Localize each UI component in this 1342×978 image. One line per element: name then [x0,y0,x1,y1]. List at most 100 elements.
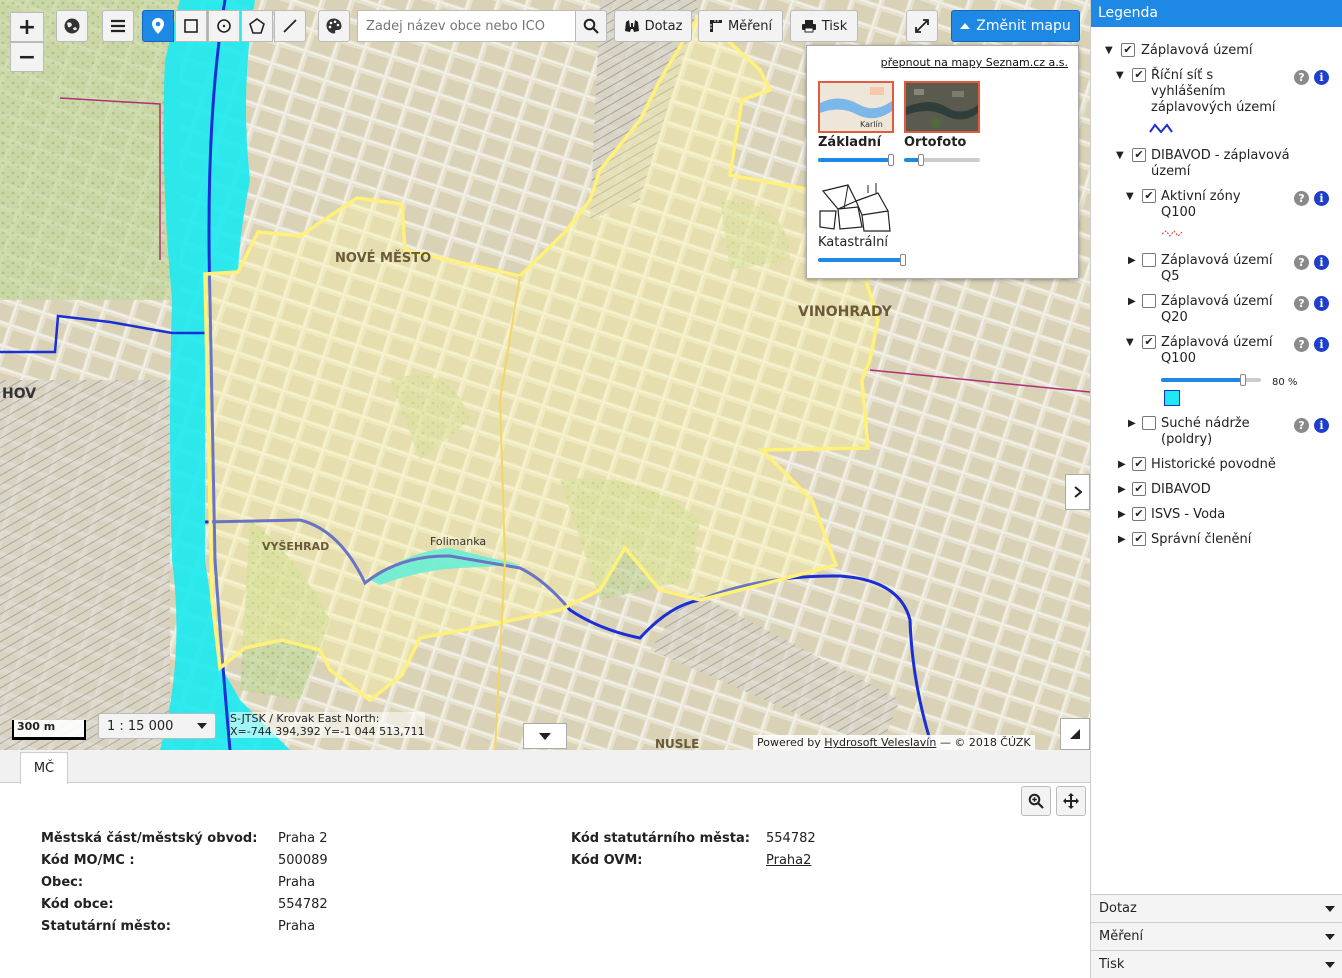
scale-bar-label: 300 m [17,720,56,733]
ortofoto-opacity-slider[interactable] [904,154,980,166]
expand-arrow-icon[interactable]: ▼ [1126,191,1134,202]
zoom-in-button[interactable]: + [10,12,44,42]
layer-aktivni-zony: Aktivní zóny Q100 [1161,189,1241,220]
layer-checkbox[interactable] [1142,416,1156,430]
layer-checkbox[interactable]: ✔ [1142,335,1156,349]
info-icon[interactable]: i [1314,255,1329,270]
attribution: Powered by Hydrosoft Veleslavín — © 2018… [753,735,1035,750]
zakladni-opacity-slider[interactable] [818,154,894,166]
attribution-prefix: Powered by [757,736,821,749]
search-input[interactable] [357,10,575,42]
select-rectangle-button[interactable] [175,10,207,42]
info-icon[interactable]: i [1314,337,1329,352]
scale-select[interactable]: 1 : 15 000 [98,713,216,739]
menu-button[interactable] [102,10,134,42]
legend-toggle-button[interactable] [1065,474,1090,510]
river-symbol-icon [1149,123,1173,134]
info-label: Kód statutárního města: [571,831,750,846]
basic-map-thumbnail: Karlín [820,83,892,131]
crs-label: S-JTSK / Krovak East North: [230,712,380,725]
info-value-mc: Praha 2 [278,831,328,846]
select-circle-button[interactable] [208,10,240,42]
help-icon[interactable]: ? [1294,255,1309,270]
help-icon[interactable]: ? [1294,337,1309,352]
layer-checkbox[interactable]: ✔ [1132,148,1146,162]
accordion-tisk[interactable]: Tisk [1091,950,1342,978]
q100-opacity-slider[interactable] [1161,374,1261,386]
tab-mc[interactable]: MČ [20,752,68,784]
print-button[interactable]: Tisk [790,10,858,42]
accordion-label: Tisk [1099,957,1125,972]
layer-suche-nadrze: Suché nádrže (poldry) [1161,416,1250,447]
query-button[interactable]: Dotaz [614,10,692,42]
fullscreen-button[interactable] [906,10,938,42]
binoculars-icon [624,20,639,32]
expand-arrow-icon[interactable]: ▶ [1128,418,1136,429]
map-canvas[interactable]: NOVÉ MĚSTO VINOHRADY VYŠEHRAD Folimanka … [0,0,1090,750]
expand-arrow-icon[interactable]: ▶ [1118,459,1126,470]
basemap-thumb-katastralni[interactable] [818,181,894,233]
accordion-mereni[interactable]: Měření [1091,922,1342,950]
basemap-thumb-zakladni[interactable]: Karlín [818,81,894,133]
globe-icon [64,18,80,34]
feature-info-panel: MČ [0,750,1090,978]
expand-arrow-icon[interactable]: ▼ [1116,70,1124,81]
katastralni-opacity-slider[interactable] [818,254,906,266]
info-icon[interactable]: i [1314,70,1329,85]
layer-checkbox[interactable] [1142,294,1156,308]
pan-to-feature-button[interactable] [1056,786,1086,816]
palette-button[interactable] [318,10,350,42]
expand-arrow-icon[interactable]: ▶ [1118,534,1126,545]
expand-arrow-icon[interactable]: ▶ [1118,509,1126,520]
zoom-out-button[interactable]: − [10,42,44,72]
select-polygon-button[interactable] [241,10,273,42]
zoom-to-feature-button[interactable] [1021,786,1051,816]
layer-checkbox[interactable]: ✔ [1132,482,1146,496]
legend-title: Legenda [1091,0,1342,27]
basemap-label-katastralni: Katastrální [818,235,888,250]
expand-arrow-icon[interactable]: ▼ [1116,150,1124,161]
info-label: Statutární město: [41,919,171,934]
layer-checkbox[interactable]: ✔ [1132,457,1146,471]
print-label: Tisk [821,18,848,34]
select-point-button[interactable] [142,10,174,42]
info-icon[interactable]: i [1314,191,1329,206]
info-row-kod-ovm: Kód OVM: [571,853,643,868]
measure-button[interactable]: Měření [698,10,783,42]
help-icon[interactable]: ? [1294,296,1309,311]
help-icon[interactable]: ? [1294,70,1309,85]
seznam-link[interactable]: přepnout na mapy Seznam.cz a.s. [881,56,1068,69]
expand-arrow-icon[interactable]: ▶ [1118,484,1126,495]
map-label-nove-mesto: NOVÉ MĚSTO [335,250,431,266]
info-value-kod-ovm-link[interactable]: Praha2 [766,853,811,868]
expand-arrow-icon[interactable]: ▶ [1128,296,1136,307]
expand-arrow-icon[interactable]: ▶ [1128,255,1136,266]
basemap-thumb-ortofoto[interactable] [904,81,980,133]
map-label-hov: HOV [2,386,36,402]
search-button[interactable] [575,10,607,42]
info-icon[interactable]: i [1314,418,1329,433]
info-row-kod-stat: Kód statutárního města: [571,831,750,846]
layer-checkbox[interactable]: ✔ [1132,68,1146,82]
layer-checkbox[interactable]: ✔ [1132,507,1146,521]
info-row-obec: Obec: [41,875,83,890]
layer-checkbox[interactable] [1142,253,1156,267]
layer-checkbox[interactable]: ✔ [1132,532,1146,546]
panel-collapse-button[interactable] [523,723,567,749]
expand-arrow-icon[interactable]: ▼ [1126,337,1134,348]
layer-checkbox[interactable]: ✔ [1142,189,1156,203]
help-icon[interactable]: ? [1294,418,1309,433]
legend-panel: Legenda ▼ ✔ Záplavová území ▼ ✔ Říční sí… [1090,0,1342,978]
expand-arrow-icon[interactable]: ▼ [1105,45,1113,56]
overview-map-button[interactable] [1060,718,1090,750]
active-zone-symbol-icon [1161,230,1183,237]
attribution-link[interactable]: Hydrosoft Veleslavín [824,736,936,749]
globe-button[interactable] [56,10,88,42]
layer-zaplavova-uzemi: Záplavová území [1141,43,1253,58]
info-icon[interactable]: i [1314,296,1329,311]
layer-checkbox[interactable]: ✔ [1121,43,1135,57]
help-icon[interactable]: ? [1294,191,1309,206]
select-line-button[interactable] [274,10,306,42]
change-map-button[interactable]: Změnit mapu [951,10,1080,42]
accordion-dotaz[interactable]: Dotaz [1091,894,1342,922]
